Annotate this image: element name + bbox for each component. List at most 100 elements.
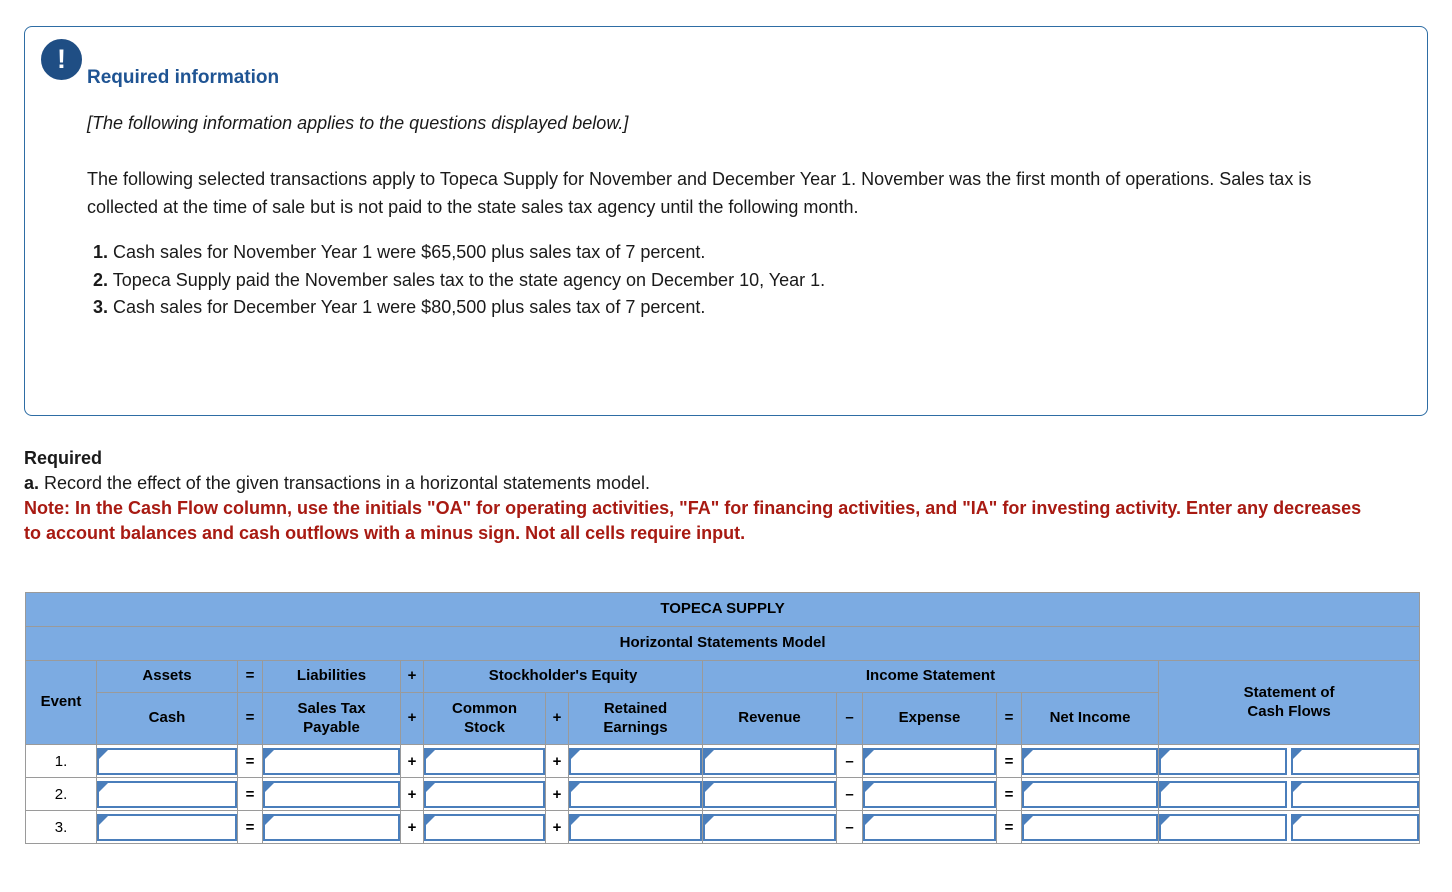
sales-tax-payable-line-1: Sales Tax (297, 699, 366, 717)
sales-tax-payable-line-2: Payable (303, 718, 360, 736)
cell-retained-earnings[interactable] (568, 810, 703, 844)
cell-expense[interactable] (862, 777, 997, 811)
input-cash-flow-amount[interactable] (1159, 813, 1288, 841)
applies-to-questions-note: [The following information applies to th… (87, 113, 629, 133)
input-sales-tax-payable[interactable] (263, 813, 400, 841)
group-header-liabilities: Liabilities (262, 660, 401, 693)
input-net-income[interactable] (1022, 813, 1158, 841)
table-title-row: TOPECA SUPPLY (24, 592, 1421, 627)
cell-expense[interactable] (862, 810, 997, 844)
input-expense[interactable] (863, 747, 996, 775)
table-subtitle-row: Horizontal Statements Model (24, 626, 1421, 661)
input-expense[interactable] (863, 780, 996, 808)
input-expense[interactable] (863, 813, 996, 841)
card-content: Required information [The following info… (25, 27, 1427, 322)
cell-statement-of-cash-flows[interactable] (1157, 744, 1421, 778)
cell-expense[interactable] (862, 744, 997, 778)
cell-cash[interactable] (96, 810, 238, 844)
input-cash-flow-activity[interactable] (1291, 780, 1420, 808)
required-section: Required a. Record the effect of the giv… (24, 446, 1424, 546)
requirement-a-label: a. (24, 473, 40, 493)
scf-line-1: Statement of (1243, 683, 1335, 701)
cell-net-income[interactable] (1021, 810, 1159, 844)
input-revenue[interactable] (703, 780, 836, 808)
common-stock-line-1: Common (452, 699, 517, 717)
row-operator-plus-2: + (545, 810, 569, 844)
input-revenue[interactable] (703, 813, 836, 841)
list-item: 2. Topeca Supply paid the November sales… (87, 267, 1365, 295)
input-net-income[interactable] (1022, 780, 1158, 808)
input-cash[interactable] (97, 780, 237, 808)
cell-sales-tax-payable[interactable] (262, 810, 401, 844)
transactions-list: 1. Cash sales for November Year 1 were $… (87, 239, 1365, 322)
cell-cash[interactable] (96, 777, 238, 811)
cell-net-income[interactable] (1021, 744, 1159, 778)
row-operator-equals: = (237, 777, 263, 811)
input-retained-earnings[interactable] (569, 780, 702, 808)
column-operator-equals-2: = (996, 692, 1022, 745)
table-row: 2. = + + – = (25, 777, 1421, 811)
required-heading: Required (24, 448, 103, 468)
column-header-common-stock: Common Stock (423, 692, 546, 745)
input-net-income[interactable] (1022, 747, 1158, 775)
row-operator-equals: = (237, 744, 263, 778)
list-item: 3. Cash sales for December Year 1 were $… (87, 294, 1365, 322)
input-cash-flow-activity[interactable] (1291, 813, 1420, 841)
cell-cash[interactable] (96, 744, 238, 778)
input-cash[interactable] (97, 747, 237, 775)
cash-flow-note: Note: In the Cash Flow column, use the i… (24, 498, 1362, 543)
cell-sales-tax-payable[interactable] (262, 744, 401, 778)
input-common-stock[interactable] (424, 780, 545, 808)
table-row: 3. = + + – = (25, 810, 1421, 844)
cell-retained-earnings[interactable] (568, 744, 703, 778)
retained-earnings-line-1: Retained (603, 699, 668, 717)
input-cash-flow-activity[interactable] (1291, 747, 1420, 775)
cell-net-income[interactable] (1021, 777, 1159, 811)
column-header-statement-of-cash-flows: Statement of Cash Flows (1157, 660, 1421, 745)
cell-revenue[interactable] (702, 777, 837, 811)
list-item-text: Topeca Supply paid the November sales ta… (112, 269, 826, 290)
input-sales-tax-payable[interactable] (263, 780, 400, 808)
input-cash-flow-amount[interactable] (1159, 747, 1288, 775)
list-item-number: 3. (93, 297, 109, 317)
requirement-a-text: Record the effect of the given transacti… (44, 473, 651, 493)
row-operator-equals-2: = (996, 777, 1022, 811)
required-information-card: ! Required information [The following in… (24, 26, 1428, 416)
column-header-retained-earnings: Retained Earnings (568, 692, 703, 745)
event-number: 2. (25, 777, 97, 811)
input-cash-flow-amount[interactable] (1159, 780, 1288, 808)
cell-statement-of-cash-flows[interactable] (1157, 777, 1421, 811)
column-operator-plus-1: + (400, 692, 424, 745)
list-item: 1. Cash sales for November Year 1 were $… (87, 239, 1365, 267)
input-common-stock[interactable] (424, 813, 545, 841)
row-operator-equals-2: = (996, 810, 1022, 844)
scenario-paragraph: The following selected transactions appl… (87, 169, 1312, 217)
input-revenue[interactable] (703, 747, 836, 775)
list-item-text: Cash sales for December Year 1 were $80,… (113, 297, 706, 317)
list-item-number: 2. (93, 269, 109, 290)
input-sales-tax-payable[interactable] (263, 747, 400, 775)
row-operator-plus-2: + (545, 777, 569, 811)
cell-revenue[interactable] (702, 810, 837, 844)
cell-common-stock[interactable] (423, 744, 546, 778)
group-header-income-statement: Income Statement (702, 660, 1159, 693)
cell-common-stock[interactable] (423, 777, 546, 811)
row-operator-equals: = (237, 810, 263, 844)
input-common-stock[interactable] (424, 747, 545, 775)
cell-retained-earnings[interactable] (568, 777, 703, 811)
horizontal-statements-model-table: TOPECA SUPPLY Horizontal Statements Mode… (24, 592, 1421, 844)
input-cash[interactable] (97, 813, 237, 841)
requirement-a: a. Record the effect of the given transa… (24, 471, 1424, 496)
common-stock-line-2: Stock (464, 718, 505, 736)
cell-common-stock[interactable] (423, 810, 546, 844)
input-retained-earnings[interactable] (569, 747, 702, 775)
cell-statement-of-cash-flows[interactable] (1157, 810, 1421, 844)
input-retained-earnings[interactable] (569, 813, 702, 841)
column-header-revenue: Revenue (702, 692, 837, 745)
column-header-net-income: Net Income (1021, 692, 1159, 745)
event-number: 3. (25, 810, 97, 844)
cell-revenue[interactable] (702, 744, 837, 778)
list-item-number: 1. (93, 242, 109, 262)
cell-sales-tax-payable[interactable] (262, 777, 401, 811)
row-operator-equals-2: = (996, 744, 1022, 778)
